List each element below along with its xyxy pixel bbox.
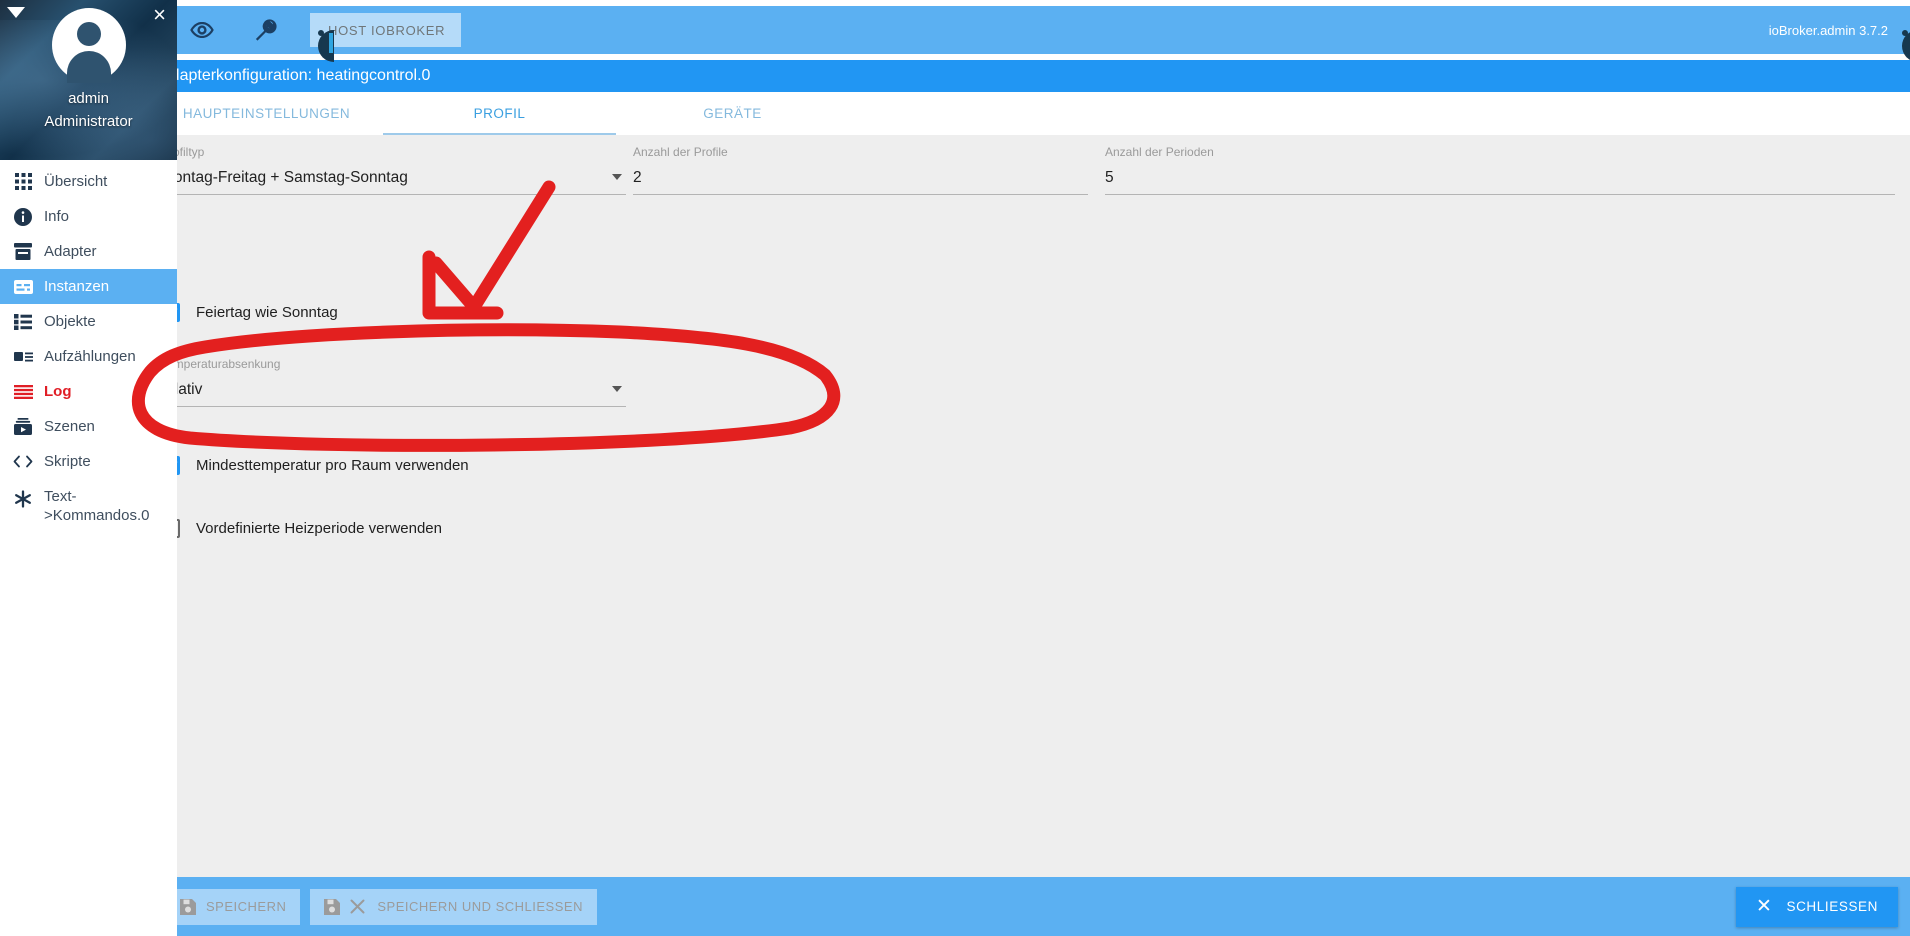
tab-haupteinstellungen[interactable]: HAUPTEINSTELLUNGEN [150,92,383,135]
version-label: ioBroker.admin 3.7.2 [1768,22,1888,38]
sidebar-item-log[interactable]: Log [0,374,177,409]
code-icon [10,444,36,479]
save-and-close-button-label: SPEICHERN UND SCHLIESSEN [377,899,583,914]
save-and-close-button[interactable]: SPEICHERN UND SCHLIESSEN [310,888,597,925]
field-value: relativ [161,381,203,398]
adapter-config-panel: Adapterkonfiguration: heatingcontrol.0 H… [150,60,1910,877]
field-value: 2 [633,169,642,186]
sidebar-item-szenen[interactable]: Szenen [0,409,177,444]
field-anzahl-profile: Anzahl der Profile 2 [633,145,1088,195]
checkbox-label: Feiertag wie Sonntag [196,304,338,321]
log-icon [10,374,36,409]
tab-label: HAUPTEINSTELLUNGEN [182,106,351,121]
close-button-label: SCHLIESSEN [1786,899,1878,914]
top-toolbar: HOST IOBROKER ioBroker.admin 3.7.2 [150,6,1910,62]
checkbox-mindesttemperatur[interactable]: Mindesttemperatur pro Raum verwenden [161,456,469,475]
field-value: Montag-Freitag + Samstag-Sonntag [161,169,408,186]
close-icon[interactable]: × [153,4,166,26]
anzahl-perioden-input[interactable]: 5 [1105,165,1895,195]
tab-label: PROFIL [473,106,526,121]
field-profiltyp: Profiltyp Montag-Freitag + Samstag-Sonnt… [161,145,626,195]
info-icon [10,199,36,234]
close-button[interactable]: ✕ SCHLIESSEN [1735,886,1898,927]
sidebar-item-label: Info [44,208,70,225]
enum-icon [10,339,36,374]
avatar [51,8,126,82]
instances-icon [10,269,36,304]
field-anzahl-perioden: Anzahl der Perioden 5 [1105,145,1895,195]
profiltyp-select[interactable]: Montag-Freitag + Samstag-Sonntag [161,165,626,195]
user-name: admin [68,90,109,107]
list-icon [10,304,36,339]
close-x-icon [350,899,365,914]
checkbox-feiertag-wie-sonntag[interactable]: Feiertag wie Sonntag [161,303,338,322]
topbar-right: ioBroker.admin 3.7.2 [1768,6,1910,62]
config-tabs: HAUPTEINSTELLUNGEN PROFIL GERÄTE [150,92,1910,135]
sidebar-item-label: Instanzen [44,278,110,295]
checkbox-label: Mindesttemperatur pro Raum verwenden [196,457,469,474]
sidebar-item-label: Text- >Kommandos.0 [44,488,150,524]
sidebar-item-label: Aufzählungen [44,348,136,365]
save-button-label: SPEICHERN [206,899,287,914]
sidebar-item-label: Log [44,383,72,400]
eye-icon[interactable] [180,8,224,52]
anzahl-profile-input[interactable]: 2 [633,165,1088,195]
floppy-icon [324,898,341,915]
field-label: Anzahl der Perioden [1105,145,1214,159]
sidebar-item-objekte[interactable]: Objekte [0,304,177,339]
floppy-icon [180,898,196,915]
host-chip-label: HOST IOBROKER [328,22,446,38]
sidebar-item-adapter[interactable]: Adapter [0,234,177,269]
sidebar-item-label: Adapter [44,243,97,260]
sidebar-item-label: Skripte [44,453,91,470]
sidebar-item-label: Objekte [44,313,96,330]
sidebar-item-instanzen[interactable]: Instanzen [0,269,177,304]
grid-icon [10,164,36,199]
chevron-down-icon [612,386,622,392]
asterisk-icon [10,479,36,519]
app-root: × admin Administrator Übersicht Info Ada… [0,0,1910,936]
config-form: Profiltyp Montag-Freitag + Samstag-Sonnt… [150,135,1910,877]
user-role: Administrator [44,113,133,130]
host-chip[interactable]: HOST IOBROKER [310,13,462,62]
sidebar: × admin Administrator Übersicht Info Ada… [0,0,177,936]
close-x-icon: ✕ [1755,896,1773,917]
tab-label: GERÄTE [703,106,762,121]
sidebar-item-skripte[interactable]: Skripte [0,444,177,479]
temperaturabsenkung-select[interactable]: relativ [161,377,626,407]
field-label: Temperaturabsenkung [161,357,281,371]
sidebar-item-uebersicht[interactable]: Übersicht [0,164,177,199]
sidebar-user-panel: × admin Administrator [0,0,177,160]
field-label: Profiltyp [161,145,205,159]
sidebar-item-aufzaehlungen[interactable]: Aufzählungen [0,339,177,374]
shop-icon [10,234,36,269]
save-button[interactable]: SPEICHERN [166,888,301,925]
tab-profil[interactable]: PROFIL [383,92,616,135]
sidebar-item-info[interactable]: Info [0,199,177,234]
field-temperaturabsenkung: Temperaturabsenkung relativ [161,357,626,407]
field-label: Anzahl der Profile [633,145,728,159]
chevron-down-icon [612,174,622,180]
sidebar-nav: Übersicht Info Adapter Instanzen Objekte… [0,160,177,535]
sidebar-item-label: Szenen [44,418,95,435]
sidebar-item-label: Übersicht [44,173,108,190]
page-title: Adapterkonfiguration: heatingcontrol.0 [150,60,1910,92]
field-value: 5 [1105,169,1114,186]
collapse-sidebar-icon[interactable] [7,7,25,18]
bottom-toolbar: SPEICHERN SPEICHERN UND SCHLIESSEN ✕ SCH… [150,877,1910,936]
checkbox-label: Vordefinierte Heizperiode verwenden [196,520,442,537]
checkbox-vordefinierte-heizperiode[interactable]: Vordefinierte Heizperiode verwenden [161,519,442,538]
scenes-icon [10,409,36,444]
wrench-icon[interactable] [244,8,288,52]
tab-geraete[interactable]: GERÄTE [616,92,849,135]
sidebar-item-text-kommandos[interactable]: Text- >Kommandos.0 [0,479,177,535]
